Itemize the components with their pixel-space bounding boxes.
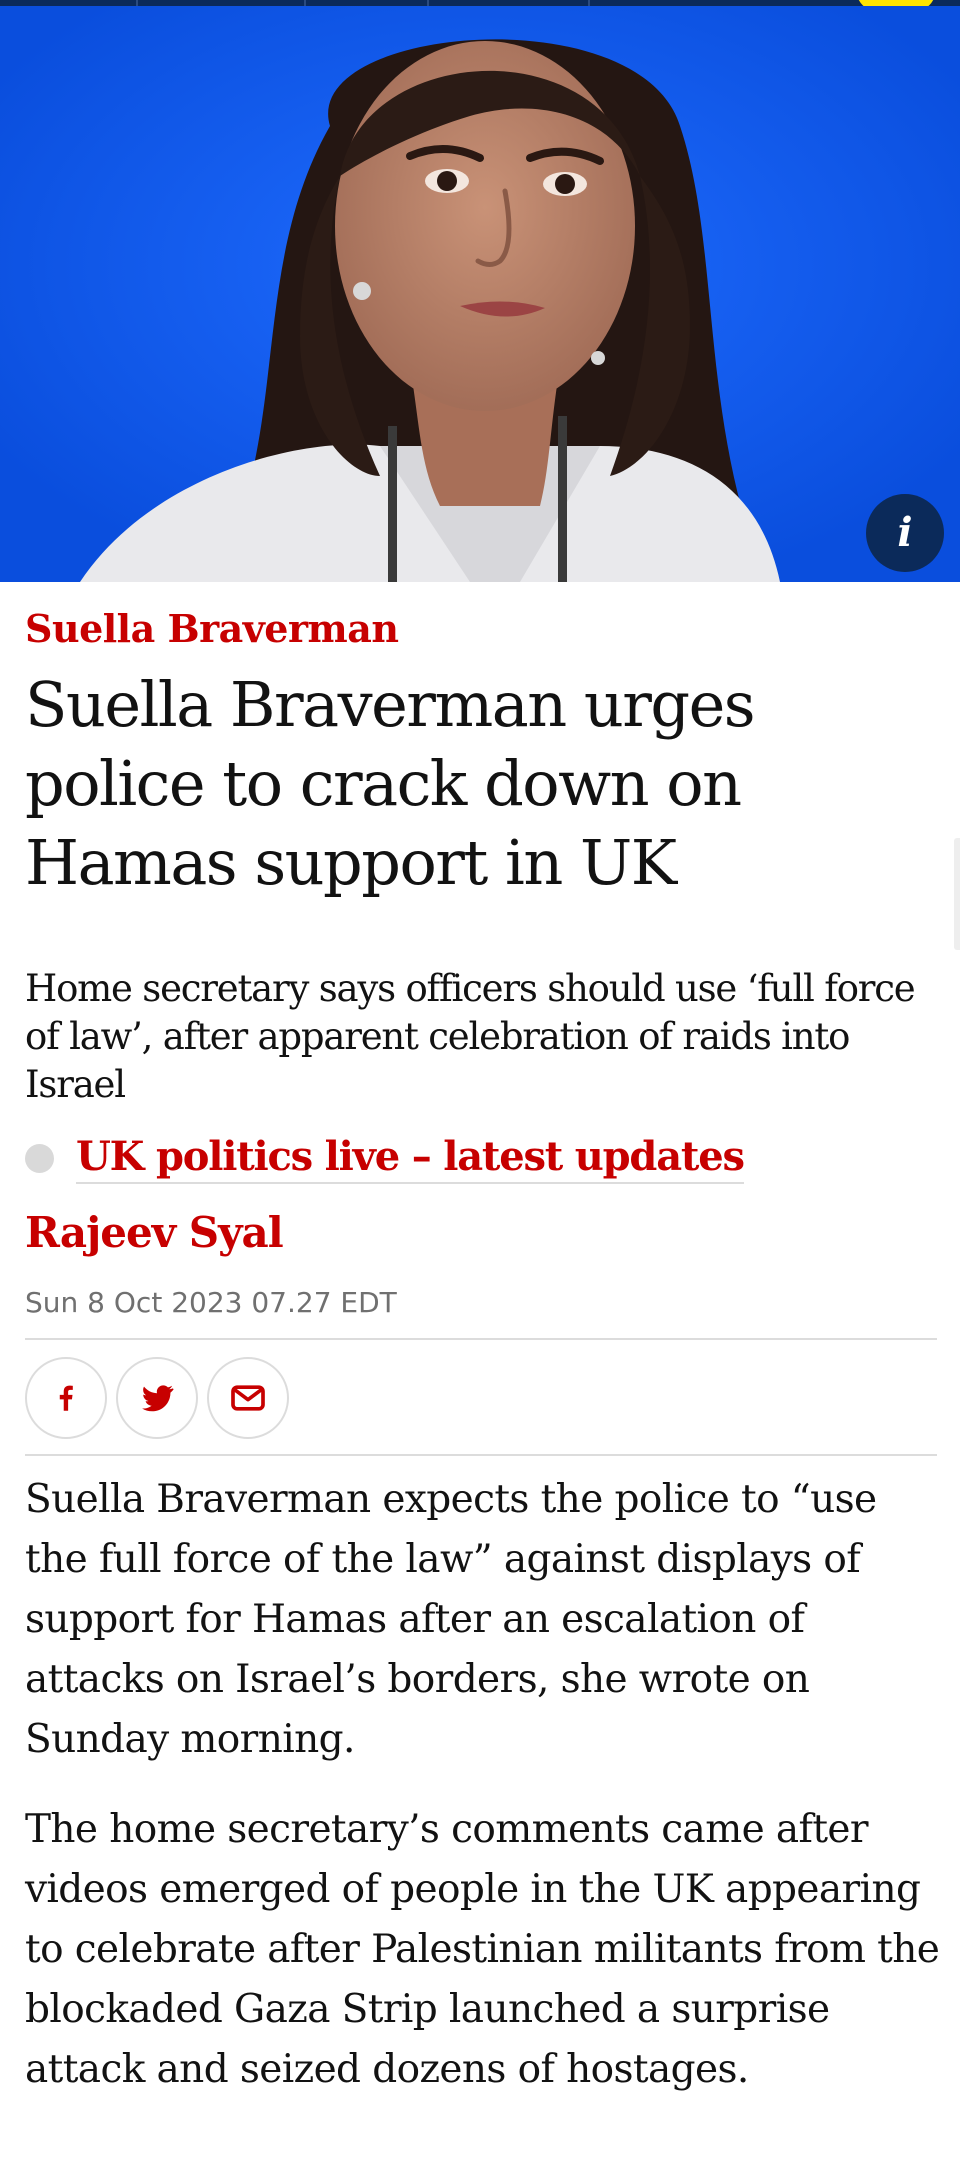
share-facebook-button[interactable] [25,1357,107,1439]
article-page: i Suella Braverman Suella Braverman urge… [0,0,960,2160]
publish-date[interactable]: Sun 8 Oct 2023 07.27 EDT [25,1286,397,1319]
author-byline[interactable]: Rajeev Syal [25,1208,284,1257]
hero-image: i [0,6,960,582]
image-info-button[interactable]: i [866,494,944,572]
portrait-illustration [0,6,960,582]
live-updates-link[interactable]: UK politics live – latest updates [25,1133,745,1184]
section-kicker[interactable]: Suella Braverman [25,606,399,651]
email-icon [231,1385,265,1411]
article-headline: Suella Braverman urges police to crack d… [25,668,756,899]
facebook-icon [59,1385,73,1411]
scroll-indicator [954,838,960,950]
divider [25,1338,937,1340]
info-icon: i [897,509,913,556]
body-paragraph: The home secretary’s comments came after… [25,1807,940,2092]
twitter-icon [142,1385,174,1412]
live-updates-label: UK politics live – latest updates [76,1133,745,1184]
divider [25,1454,937,1456]
live-dot-icon [25,1144,54,1173]
share-email-button[interactable] [207,1357,289,1439]
article-standfirst: Home secretary says officers should use … [25,967,916,1106]
share-twitter-button[interactable] [116,1357,198,1439]
body-paragraph: Suella Braverman expects the police to “… [25,1477,877,1762]
share-buttons [25,1357,289,1439]
